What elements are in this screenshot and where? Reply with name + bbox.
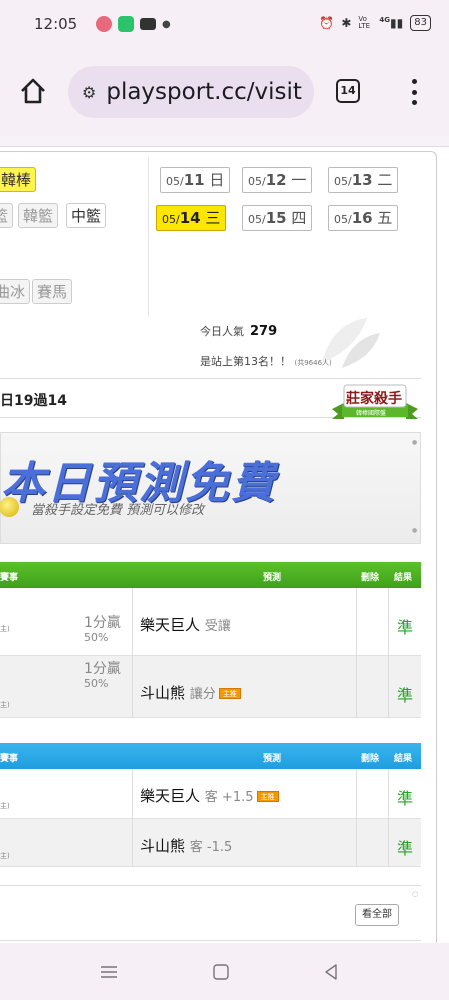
- sport-tab-kbl[interactable]: 韓籃: [18, 203, 59, 228]
- date-tab-15[interactable]: 05/15 四: [242, 205, 313, 231]
- prediction-table-1: 賽事 預測 刪除 結果 主) 1分贏 50% 樂天巨人 受讓 準 主) 1分贏 50…: [0, 562, 421, 718]
- table-row: 主) 1分贏 50% 斗山熊 讓分 主推 準: [0, 656, 421, 718]
- host-pick-badge: 主推: [218, 688, 241, 699]
- sport-tab-cba[interactable]: 中籃: [66, 203, 107, 228]
- badge-sub-text: 韓棒國際盤: [356, 410, 387, 417]
- record-text: 日19過14: [0, 393, 67, 409]
- panel-dot-icon: ○: [412, 890, 419, 898]
- clock: 12:05: [34, 15, 78, 33]
- pin-icon: [0, 497, 19, 517]
- sport-tab-hockey[interactable]: 曲冰: [0, 279, 31, 304]
- overflow-menu-icon[interactable]: [408, 76, 420, 108]
- popularity-value: 279: [250, 324, 278, 339]
- home-nav-icon[interactable]: [210, 961, 232, 983]
- tab-switcher-button[interactable]: 14: [336, 79, 360, 103]
- free-prediction-banner: 本日預測免費 當殺手設定免費 預測可以修改 ● ●: [0, 432, 421, 544]
- system-nav-bar: [0, 943, 449, 1000]
- prediction-pick: 樂天巨人 客 +1.5 主推: [140, 785, 279, 806]
- result-mark: 準: [397, 789, 414, 808]
- table-header: 賽事 預測 刪除 結果: [0, 562, 421, 588]
- status-bar: 12:05 ● ⏰ ✱ Vo LTE 4G▮▮ 83: [0, 0, 449, 52]
- prediction-pick: 斗山熊 讓分 主推: [140, 682, 241, 703]
- column-divider: [132, 769, 133, 867]
- recent-apps-icon[interactable]: [98, 961, 120, 983]
- column-divider: [356, 769, 357, 867]
- line-notification-icon: [118, 16, 134, 32]
- volte-icon: Vo LTE: [358, 15, 371, 30]
- view-all-button[interactable]: 看全部: [355, 904, 399, 926]
- prediction-table-2: 賽事 預測 刪除 結果 主) 樂天巨人 客 +1.5 主推 準 主) 斗山熊 客 …: [0, 743, 421, 871]
- address-bar[interactable]: ⚙ playsport.cc/visit: [68, 66, 314, 118]
- table-row: 主) 斗山熊 客 -1.5 準: [0, 819, 421, 867]
- host-pick-badge: 主推: [256, 791, 279, 802]
- date-tab-14[interactable]: 05/14 三: [156, 205, 227, 231]
- battery-icon: 83: [410, 15, 431, 31]
- alarm-icon: ⏰: [319, 16, 335, 30]
- date-tab-16[interactable]: 05/16 五: [328, 205, 399, 231]
- web-page: 韓棒 籃 韓籃 中籃 曲冰 賽馬 05/11 日 05/12 一 05/13 二 05…: [0, 146, 449, 943]
- sport-tab-kbo[interactable]: 韓棒: [0, 167, 37, 192]
- record-bar: 日19過14 莊家殺手 韓棒國際盤: [0, 378, 421, 419]
- rank-label: 是站上第13名！！ (共9646人): [200, 355, 332, 368]
- youtube-notification-icon: [140, 18, 156, 30]
- banner-dot-icon: ●: [412, 527, 418, 534]
- signal-icon: 4G▮▮: [379, 16, 404, 30]
- system-icons: ⏰ ✱ Vo LTE 4G▮▮ 83: [319, 15, 431, 31]
- column-divider: [388, 588, 389, 718]
- browser-toolbar: ⚙ playsport.cc/visit 14: [0, 52, 449, 136]
- date-tab-11[interactable]: 05/11 日: [160, 167, 231, 193]
- notification-icons: ●: [96, 16, 171, 32]
- result-mark: 準: [397, 839, 414, 858]
- prediction-pick: 樂天巨人 受讓: [140, 616, 231, 634]
- sport-tab-horse[interactable]: 賽馬: [32, 279, 73, 304]
- popularity-label: 今日人氣 279: [200, 324, 278, 339]
- app-notification-icon: [96, 16, 112, 32]
- back-nav-icon[interactable]: [320, 961, 342, 983]
- column-divider: [388, 769, 389, 867]
- result-mark: 準: [397, 686, 414, 705]
- home-icon[interactable]: [18, 76, 48, 106]
- divider: [148, 157, 149, 317]
- more-notifications-icon: ●: [162, 18, 171, 30]
- sport-tab-partial[interactable]: 籃: [0, 203, 14, 228]
- history-panel: 看全部 ○: [0, 885, 421, 943]
- table-row: 主) 1分贏 50% 樂天巨人 受讓 準: [0, 588, 421, 656]
- odds-value: 1分贏 50%: [84, 661, 121, 690]
- column-divider: [356, 588, 357, 718]
- url-text: playsport.cc/visit: [106, 79, 302, 105]
- site-settings-icon[interactable]: ⚙: [82, 83, 96, 102]
- column-divider: [132, 588, 133, 718]
- banner-dot-icon: ●: [412, 439, 418, 446]
- banner-subtitle: 當殺手設定免費 預測可以修改: [31, 503, 205, 518]
- date-tab-12[interactable]: 05/12 一: [242, 167, 313, 193]
- bluetooth-icon: ✱: [341, 16, 352, 30]
- odds-value: 1分贏 50%: [84, 615, 121, 644]
- table-row: 主) 樂天巨人 客 +1.5 主推 準: [0, 769, 421, 819]
- result-mark: 準: [397, 618, 414, 637]
- badge-main-text: 莊家殺手: [346, 391, 402, 407]
- date-tab-13[interactable]: 05/13 二: [328, 167, 399, 193]
- table-header: 賽事 預測 刪除 結果: [0, 743, 421, 769]
- prediction-pick: 斗山熊 客 -1.5: [140, 837, 233, 855]
